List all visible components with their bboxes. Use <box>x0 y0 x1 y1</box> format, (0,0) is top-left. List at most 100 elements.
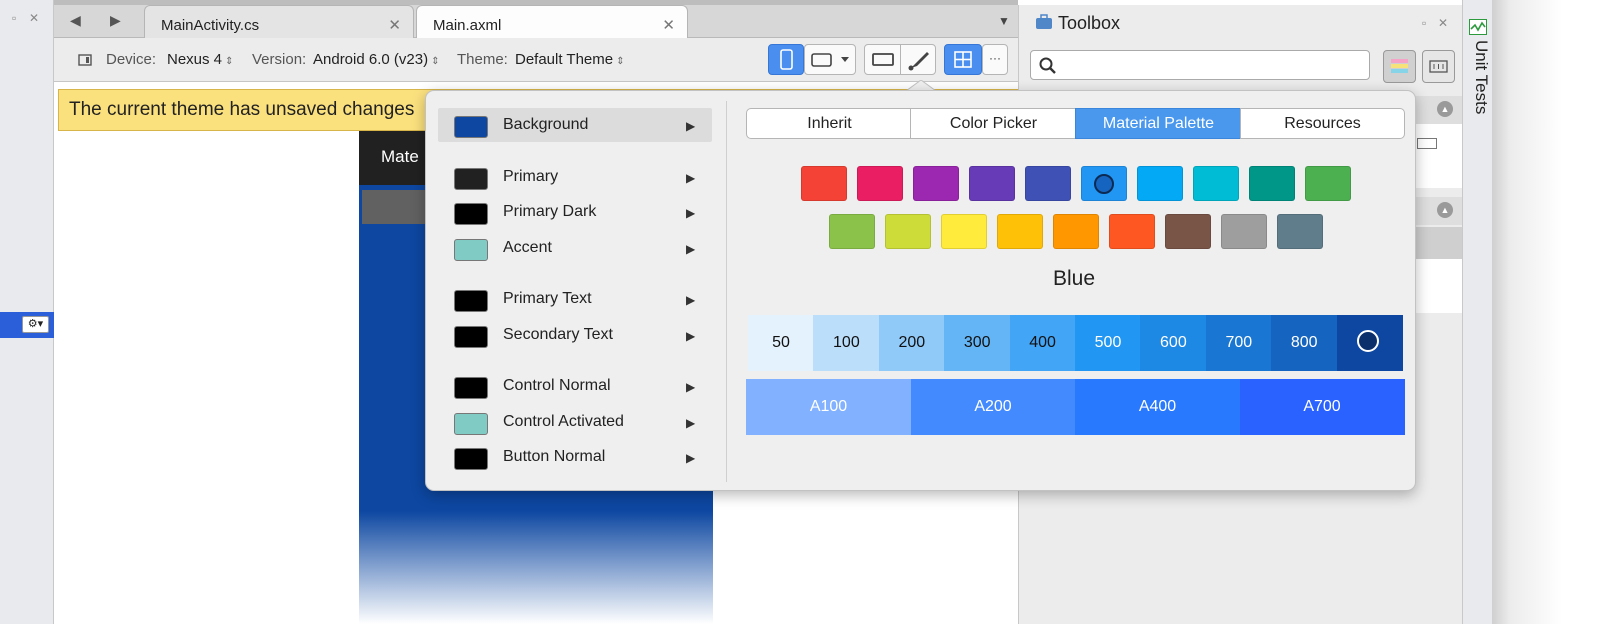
restore-icon[interactable]: ▫ <box>12 11 16 25</box>
brush-icon[interactable] <box>901 45 937 74</box>
theme-menu-item[interactable]: Control Activated ▶ <box>438 405 712 439</box>
theme-menu-label: Control Normal <box>503 377 611 394</box>
widget-icon <box>1417 138 1437 149</box>
color-swatch <box>454 168 488 190</box>
forward-arrow-icon[interactable]: ▶ <box>110 12 121 29</box>
tabs-overflow-icon[interactable]: ▼ <box>998 14 1010 28</box>
palette-chip[interactable] <box>997 214 1043 249</box>
accent-swatch[interactable]: A700 <box>1239 379 1405 435</box>
selected-node-highlight: ⚙▾ <box>0 312 54 338</box>
tab-main-axml[interactable]: Main.axml ✕ <box>416 5 688 39</box>
theme-menu-item[interactable]: Control Normal ▶ <box>438 369 712 403</box>
submenu-arrow-icon: ▶ <box>686 329 696 343</box>
submenu-arrow-icon: ▶ <box>686 206 696 220</box>
unit-tests-tab[interactable]: Unit Tests <box>1465 40 1491 114</box>
phone-landscape-icon <box>811 53 849 67</box>
shade-swatch[interactable]: 300 <box>944 315 1011 371</box>
tab-label: MainActivity.cs <box>161 17 260 34</box>
shade-swatch[interactable]: 500 <box>1075 315 1141 371</box>
theme-menu-item[interactable]: Primary ▶ <box>438 160 712 194</box>
palette-chip[interactable] <box>857 166 903 201</box>
submenu-arrow-icon: ▶ <box>686 119 696 133</box>
shade-swatch[interactable]: 200 <box>878 315 945 371</box>
device-icon <box>78 54 92 66</box>
shade-swatch[interactable] <box>1336 315 1403 371</box>
version-select[interactable]: Android 6.0 (v23) ⇕ <box>313 51 439 68</box>
designer-toolbar: Device: Nexus 4 ⇕ Version: Android 6.0 (v… <box>54 38 1018 82</box>
color-swatch <box>454 116 488 138</box>
toolbox-search-input[interactable] <box>1030 50 1370 80</box>
palette-chip[interactable] <box>1165 214 1211 249</box>
submenu-arrow-icon: ▶ <box>686 171 696 185</box>
palette-chip[interactable] <box>1305 166 1351 201</box>
theme-menu-item[interactable]: Primary Text ▶ <box>438 282 712 316</box>
palette-chip[interactable] <box>1137 166 1183 201</box>
tab-mainactivity[interactable]: MainActivity.cs ✕ <box>144 5 414 39</box>
palette-chip[interactable] <box>969 166 1015 201</box>
palette-chip[interactable] <box>885 214 931 249</box>
grid-view-button[interactable] <box>1422 50 1455 83</box>
shade-swatch[interactable]: 100 <box>813 315 880 371</box>
palette-chip[interactable] <box>941 214 987 249</box>
grid-button[interactable] <box>944 44 982 75</box>
theme-menu-item[interactable]: Primary Dark ▶ <box>438 195 712 229</box>
restore-icon[interactable]: ▫ <box>1422 16 1426 30</box>
phone-portrait-icon <box>780 49 793 70</box>
accent-swatch[interactable]: A200 <box>910 379 1076 435</box>
theme-menu-item[interactable]: Secondary Text ▶ <box>438 318 712 352</box>
accent-swatch[interactable]: A100 <box>746 379 911 435</box>
back-arrow-icon[interactable]: ◀ <box>70 12 81 29</box>
layout-view-icon[interactable] <box>865 45 901 74</box>
collapse-icon[interactable]: ▲ <box>1437 202 1453 218</box>
picker-tab[interactable]: Color Picker <box>910 108 1077 139</box>
tab-label: Main.axml <box>433 17 502 34</box>
phone-title: Mate <box>381 147 419 166</box>
theme-value: Default Theme <box>515 51 614 68</box>
shade-swatch[interactable]: 400 <box>1009 315 1076 371</box>
landscape-button[interactable] <box>804 44 856 75</box>
shade-swatch[interactable]: 700 <box>1205 315 1272 371</box>
color-swatch <box>454 326 488 348</box>
picker-tab[interactable]: Inherit <box>746 108 913 139</box>
tab-close-icon[interactable]: ✕ <box>662 16 675 34</box>
palette-chip[interactable] <box>1025 166 1071 201</box>
palette-chip[interactable] <box>913 166 959 201</box>
submenu-arrow-icon: ▶ <box>686 242 696 256</box>
theme-select[interactable]: Default Theme ⇕ <box>515 51 625 68</box>
theme-menu-label: Secondary Text <box>503 326 613 343</box>
list-view-button[interactable] <box>1383 50 1416 83</box>
palette-chip[interactable] <box>801 166 847 201</box>
palette-chip[interactable] <box>1081 166 1127 201</box>
tab-close-icon[interactable]: ✕ <box>388 16 401 34</box>
palette-chip[interactable] <box>1053 214 1099 249</box>
palette-chip[interactable] <box>1277 214 1323 249</box>
more-options-button[interactable]: ··· <box>982 44 1008 75</box>
submenu-arrow-icon: ▶ <box>686 293 696 307</box>
picker-tab[interactable]: Material Palette <box>1075 108 1242 139</box>
updown-icon: ⇕ <box>225 56 234 67</box>
palette-chip[interactable] <box>1249 166 1295 201</box>
shade-swatch[interactable]: 800 <box>1271 315 1338 371</box>
gear-dropdown-button[interactable]: ⚙▾ <box>22 316 49 333</box>
close-icon[interactable]: ✕ <box>1438 16 1448 30</box>
picker-tab[interactable]: Resources <box>1240 108 1405 139</box>
right-sidebar-strip: Unit Tests <box>1462 0 1492 624</box>
shade-swatch[interactable]: 50 <box>748 315 814 371</box>
palette-chip[interactable] <box>1109 214 1155 249</box>
theme-menu-item[interactable]: Background ▶ <box>438 108 712 142</box>
palette-chip[interactable] <box>829 214 875 249</box>
palette-chip[interactable] <box>1221 214 1267 249</box>
theme-menu-item[interactable]: Button Normal ▶ <box>438 440 712 474</box>
close-icon[interactable]: ✕ <box>29 11 39 25</box>
theme-menu-item[interactable]: Accent ▶ <box>438 231 712 265</box>
shade-swatch[interactable]: 600 <box>1140 315 1207 371</box>
device-select[interactable]: Nexus 4 ⇕ <box>167 51 233 68</box>
accent-swatch[interactable]: A400 <box>1075 379 1240 435</box>
collapse-icon[interactable]: ▲ <box>1437 101 1453 117</box>
palette-chip[interactable] <box>1193 166 1239 201</box>
updown-icon: ⇕ <box>616 56 625 67</box>
toolbox-title: Toolbox <box>1058 13 1121 33</box>
theme-menu-label: Background <box>503 116 589 133</box>
color-swatch <box>454 448 488 470</box>
portrait-button[interactable] <box>768 44 804 75</box>
